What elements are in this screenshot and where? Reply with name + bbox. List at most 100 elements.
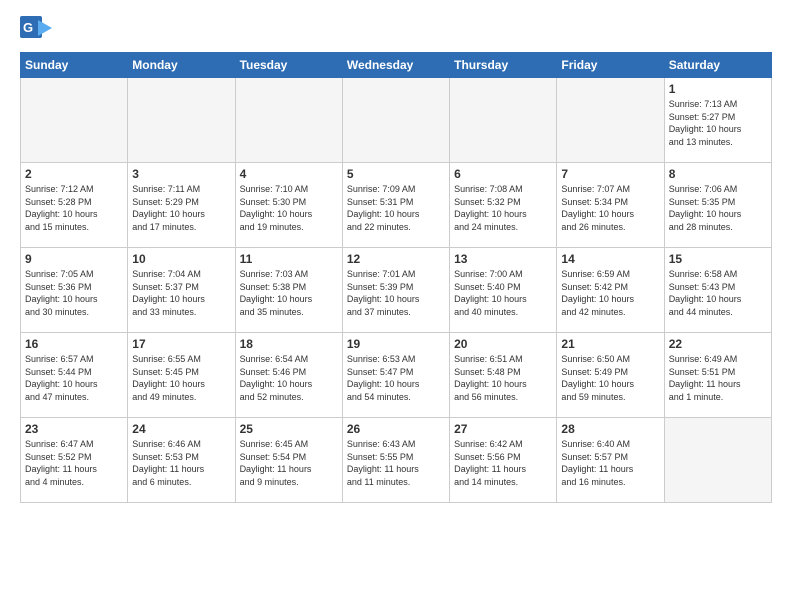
day-number: 25 [240, 422, 338, 436]
calendar-cell: 11 Sunrise: 7:03 AM Sunset: 5:38 PM Dayli… [235, 248, 342, 333]
calendar-cell [664, 418, 771, 503]
day-number: 21 [561, 337, 659, 351]
day-number: 6 [454, 167, 552, 181]
day-number: 2 [25, 167, 123, 181]
day-info: Sunrise: 6:58 AM Sunset: 5:43 PM Dayligh… [669, 268, 767, 318]
logo: G [20, 16, 54, 44]
day-number: 5 [347, 167, 445, 181]
day-info: Sunrise: 7:07 AM Sunset: 5:34 PM Dayligh… [561, 183, 659, 233]
day-number: 3 [132, 167, 230, 181]
day-number: 7 [561, 167, 659, 181]
day-info: Sunrise: 7:03 AM Sunset: 5:38 PM Dayligh… [240, 268, 338, 318]
header: G [20, 16, 772, 44]
calendar-cell: 28 Sunrise: 6:40 AM Sunset: 5:57 PM Dayli… [557, 418, 664, 503]
calendar-week-row: 2Sunrise: 7:12 AM Sunset: 5:28 PM Daylig… [21, 163, 772, 248]
day-number: 19 [347, 337, 445, 351]
weekday-header-thursday: Thursday [450, 53, 557, 78]
day-number: 9 [25, 252, 123, 266]
day-info: Sunrise: 6:53 AM Sunset: 5:47 PM Dayligh… [347, 353, 445, 403]
day-info: Sunrise: 7:09 AM Sunset: 5:31 PM Dayligh… [347, 183, 445, 233]
day-info: Sunrise: 6:49 AM Sunset: 5:51 PM Dayligh… [669, 353, 767, 403]
weekday-header-friday: Friday [557, 53, 664, 78]
calendar-cell: 23 Sunrise: 6:47 AM Sunset: 5:52 PM Dayli… [21, 418, 128, 503]
day-info: Sunrise: 7:00 AM Sunset: 5:40 PM Dayligh… [454, 268, 552, 318]
day-info: Sunrise: 7:10 AM Sunset: 5:30 PM Dayligh… [240, 183, 338, 233]
calendar-cell [342, 78, 449, 163]
calendar-cell: 17Sunrise: 6:55 AM Sunset: 5:45 PM Dayli… [128, 333, 235, 418]
calendar-cell: 12 Sunrise: 7:01 AM Sunset: 5:39 PM Dayli… [342, 248, 449, 333]
day-info: Sunrise: 7:13 AM Sunset: 5:27 PM Dayligh… [669, 98, 767, 148]
day-number: 1 [669, 82, 767, 96]
calendar-cell: 1 Sunrise: 7:13 AM Sunset: 5:27 PM Daylig… [664, 78, 771, 163]
calendar-cell: 14Sunrise: 6:59 AM Sunset: 5:42 PM Dayli… [557, 248, 664, 333]
weekday-header-tuesday: Tuesday [235, 53, 342, 78]
calendar-week-row: 23 Sunrise: 6:47 AM Sunset: 5:52 PM Dayli… [21, 418, 772, 503]
calendar-cell [557, 78, 664, 163]
calendar-cell: 21 Sunrise: 6:50 AM Sunset: 5:49 PM Dayli… [557, 333, 664, 418]
calendar-cell: 27 Sunrise: 6:42 AM Sunset: 5:56 PM Dayli… [450, 418, 557, 503]
calendar-cell: 8 Sunrise: 7:06 AM Sunset: 5:35 PM Daylig… [664, 163, 771, 248]
calendar-week-row: 1 Sunrise: 7:13 AM Sunset: 5:27 PM Daylig… [21, 78, 772, 163]
day-number: 12 [347, 252, 445, 266]
day-info: Sunrise: 7:05 AM Sunset: 5:36 PM Dayligh… [25, 268, 123, 318]
calendar-cell: 26 Sunrise: 6:43 AM Sunset: 5:55 PM Dayli… [342, 418, 449, 503]
weekday-header-saturday: Saturday [664, 53, 771, 78]
calendar-cell [128, 78, 235, 163]
calendar-cell: 22 Sunrise: 6:49 AM Sunset: 5:51 PM Dayli… [664, 333, 771, 418]
day-number: 10 [132, 252, 230, 266]
day-info: Sunrise: 7:08 AM Sunset: 5:32 PM Dayligh… [454, 183, 552, 233]
weekday-header-sunday: Sunday [21, 53, 128, 78]
day-number: 24 [132, 422, 230, 436]
calendar-cell: 24 Sunrise: 6:46 AM Sunset: 5:53 PM Dayli… [128, 418, 235, 503]
day-info: Sunrise: 6:47 AM Sunset: 5:52 PM Dayligh… [25, 438, 123, 488]
day-info: Sunrise: 6:45 AM Sunset: 5:54 PM Dayligh… [240, 438, 338, 488]
day-number: 18 [240, 337, 338, 351]
day-number: 27 [454, 422, 552, 436]
day-number: 11 [240, 252, 338, 266]
day-info: Sunrise: 6:59 AM Sunset: 5:42 PM Dayligh… [561, 268, 659, 318]
day-info: Sunrise: 6:43 AM Sunset: 5:55 PM Dayligh… [347, 438, 445, 488]
calendar-week-row: 9 Sunrise: 7:05 AM Sunset: 5:36 PM Daylig… [21, 248, 772, 333]
calendar-cell: 9 Sunrise: 7:05 AM Sunset: 5:36 PM Daylig… [21, 248, 128, 333]
calendar-cell: 15 Sunrise: 6:58 AM Sunset: 5:43 PM Dayli… [664, 248, 771, 333]
calendar-cell [21, 78, 128, 163]
calendar-cell: 7 Sunrise: 7:07 AM Sunset: 5:34 PM Daylig… [557, 163, 664, 248]
day-info: Sunrise: 6:46 AM Sunset: 5:53 PM Dayligh… [132, 438, 230, 488]
calendar-cell: 19 Sunrise: 6:53 AM Sunset: 5:47 PM Dayli… [342, 333, 449, 418]
day-number: 26 [347, 422, 445, 436]
calendar-cell: 4 Sunrise: 7:10 AM Sunset: 5:30 PM Daylig… [235, 163, 342, 248]
day-number: 15 [669, 252, 767, 266]
logo-icon: G [20, 16, 52, 44]
day-info: Sunrise: 7:01 AM Sunset: 5:39 PM Dayligh… [347, 268, 445, 318]
svg-text:G: G [23, 20, 33, 35]
day-number: 20 [454, 337, 552, 351]
day-info: Sunrise: 6:54 AM Sunset: 5:46 PM Dayligh… [240, 353, 338, 403]
day-number: 22 [669, 337, 767, 351]
day-info: Sunrise: 6:50 AM Sunset: 5:49 PM Dayligh… [561, 353, 659, 403]
page: G SundayMondayTuesdayWednesdayThursdayFr… [0, 0, 792, 612]
day-info: Sunrise: 7:11 AM Sunset: 5:29 PM Dayligh… [132, 183, 230, 233]
calendar-cell [235, 78, 342, 163]
weekday-header-monday: Monday [128, 53, 235, 78]
day-info: Sunrise: 6:40 AM Sunset: 5:57 PM Dayligh… [561, 438, 659, 488]
calendar-cell: 16 Sunrise: 6:57 AM Sunset: 5:44 PM Dayli… [21, 333, 128, 418]
day-info: Sunrise: 6:51 AM Sunset: 5:48 PM Dayligh… [454, 353, 552, 403]
day-number: 13 [454, 252, 552, 266]
calendar-cell [450, 78, 557, 163]
day-info: Sunrise: 6:57 AM Sunset: 5:44 PM Dayligh… [25, 353, 123, 403]
day-number: 28 [561, 422, 659, 436]
calendar-cell: 2Sunrise: 7:12 AM Sunset: 5:28 PM Daylig… [21, 163, 128, 248]
day-number: 17 [132, 337, 230, 351]
weekday-header-wednesday: Wednesday [342, 53, 449, 78]
day-info: Sunrise: 7:06 AM Sunset: 5:35 PM Dayligh… [669, 183, 767, 233]
day-number: 4 [240, 167, 338, 181]
calendar-cell: 3 Sunrise: 7:11 AM Sunset: 5:29 PM Daylig… [128, 163, 235, 248]
calendar-week-row: 16 Sunrise: 6:57 AM Sunset: 5:44 PM Dayli… [21, 333, 772, 418]
day-number: 23 [25, 422, 123, 436]
calendar-cell: 25 Sunrise: 6:45 AM Sunset: 5:54 PM Dayli… [235, 418, 342, 503]
day-info: Sunrise: 6:42 AM Sunset: 5:56 PM Dayligh… [454, 438, 552, 488]
day-number: 16 [25, 337, 123, 351]
calendar-cell: 6 Sunrise: 7:08 AM Sunset: 5:32 PM Daylig… [450, 163, 557, 248]
day-number: 8 [669, 167, 767, 181]
calendar-table: SundayMondayTuesdayWednesdayThursdayFrid… [20, 52, 772, 503]
